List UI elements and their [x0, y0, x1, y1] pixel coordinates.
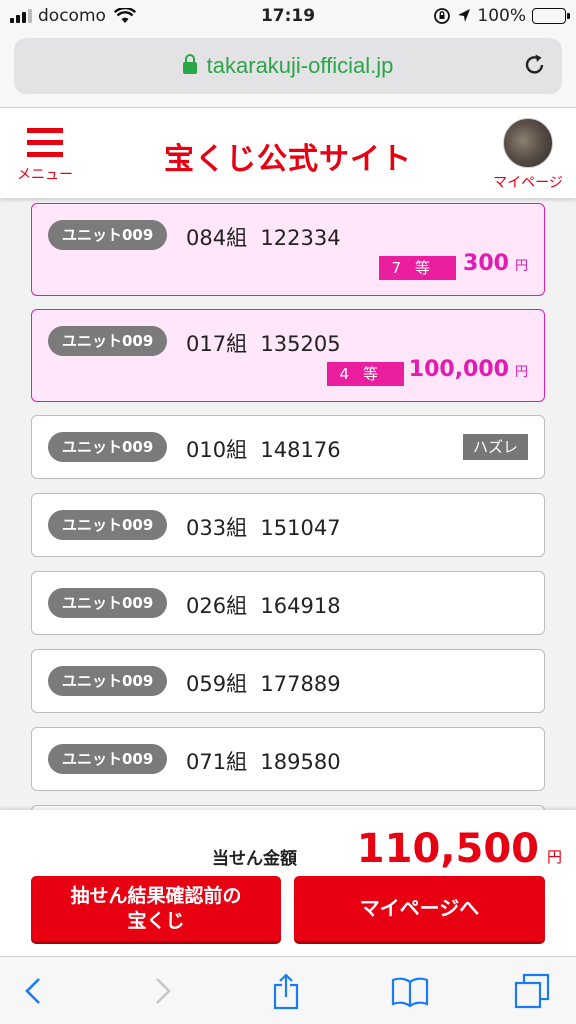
total-yen-unit: 円	[546, 848, 562, 866]
url-display[interactable]: takarakuji-official.jp	[14, 53, 562, 79]
battery-icon	[532, 8, 570, 24]
forward-icon[interactable]	[142, 971, 182, 1011]
ticket-number: 059組 177889	[186, 672, 341, 696]
yen-unit: 円	[514, 365, 528, 380]
ticket-list: ユニット009 084組 122334 7等 300 円 ユニット009 017組…	[31, 203, 545, 883]
ticket-item[interactable]: ユニット009 010組 148176 ハズレ	[31, 415, 545, 479]
location-icon	[458, 9, 471, 22]
unchecked-button-label: 抽せん結果確認前の 宝くじ	[70, 884, 241, 934]
total-amount: 110,500 円	[357, 826, 562, 872]
status-right: 100%	[433, 6, 570, 26]
status-bar: docomo 17:19 100%	[0, 0, 576, 32]
unit-badge: ユニット009	[48, 588, 168, 618]
winnings-summary: 当せん金額 110,500 円 抽せん結果確認前の 宝くじ マイページへ	[0, 810, 576, 956]
address-bar[interactable]: takarakuji-official.jp	[14, 38, 562, 94]
mypage-button[interactable]: マイページへ	[294, 876, 545, 944]
battery-percent: 100%	[477, 6, 526, 26]
back-icon[interactable]	[14, 971, 54, 1011]
prize-amount: 300 円	[463, 251, 528, 276]
prize-amount: 100,000 円	[409, 357, 528, 382]
url-text: takarakuji-official.jp	[206, 53, 394, 78]
total-label: 当せん金額	[212, 849, 297, 869]
ticket-number: 084組 122334	[186, 226, 341, 250]
browser-toolbar	[0, 956, 576, 1024]
miss-badge: ハズレ	[462, 434, 528, 460]
ticket-number: 017組 135205	[186, 332, 341, 356]
mypage-header-button[interactable]: マイページ	[488, 118, 568, 192]
ticket-item[interactable]: ユニット009 084組 122334 7等 300 円	[31, 203, 545, 296]
unit-badge: ユニット009	[48, 510, 168, 540]
unit-badge: ユニット009	[48, 666, 168, 696]
avatar	[503, 118, 553, 168]
unit-badge: ユニット009	[48, 432, 168, 462]
lock-icon	[182, 54, 197, 74]
ticket-item[interactable]: ユニット009 017組 135205 4等 100,000 円	[31, 309, 545, 402]
total-value: 110,500	[356, 826, 539, 872]
ticket-number: 026組 164918	[186, 594, 341, 618]
unit-badge: ユニット009	[48, 744, 168, 774]
unchecked-label-line2: 宝くじ	[127, 909, 185, 932]
yen-unit: 円	[514, 259, 528, 274]
ticket-item[interactable]: ユニット009 026組 164918	[31, 571, 545, 635]
ticket-number: 010組 148176	[186, 438, 341, 462]
prize-value: 300	[463, 251, 509, 276]
unchecked-label-line1: 抽せん結果確認前の	[70, 884, 242, 907]
bookmarks-icon[interactable]	[390, 971, 430, 1011]
rotation-lock-icon	[434, 8, 451, 24]
unchecked-tickets-button[interactable]: 抽せん結果確認前の 宝くじ	[31, 876, 281, 944]
site-header: メニュー 宝くじ公式サイト マイページ	[0, 108, 576, 198]
reload-icon[interactable]	[522, 52, 548, 78]
ticket-item[interactable]: ユニット009 071組 189580	[31, 727, 545, 791]
ticket-item[interactable]: ユニット009 059組 177889	[31, 649, 545, 713]
tabs-icon[interactable]	[512, 971, 552, 1011]
browser-chrome: takarakuji-official.jp	[0, 32, 576, 108]
ticket-number: 033組 151047	[186, 516, 341, 540]
prize-grade-badge: 7等	[379, 256, 456, 280]
share-icon[interactable]	[266, 971, 306, 1011]
unit-badge: ユニット009	[48, 326, 168, 356]
prize-grade-badge: 4等	[327, 362, 404, 386]
ticket-number: 071組 189580	[186, 750, 341, 774]
unit-badge: ユニット009	[48, 220, 168, 250]
prize-value: 100,000	[408, 357, 509, 382]
mypage-label: マイページ	[493, 175, 563, 191]
ticket-item[interactable]: ユニット009 033組 151047	[31, 493, 545, 557]
